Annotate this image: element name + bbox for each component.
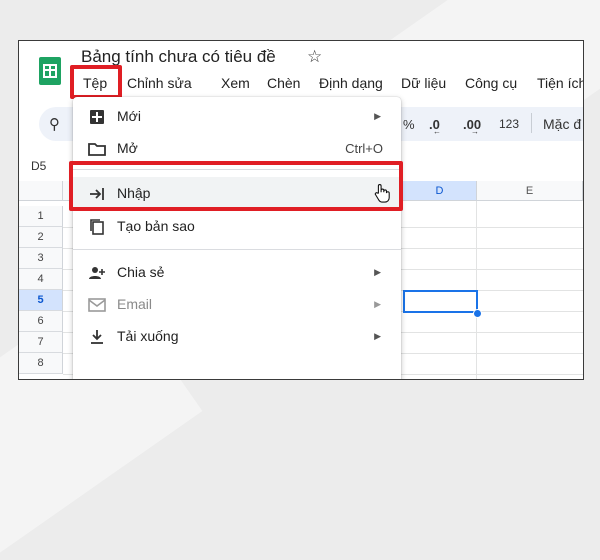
fill-handle[interactable] [473, 309, 482, 318]
row-header-8[interactable]: 8 [19, 353, 63, 374]
new-sheet-icon [90, 110, 104, 124]
selected-cell[interactable] [403, 290, 478, 313]
menu-extensions[interactable]: Tiện ích m [537, 75, 583, 91]
file-menu-highlight [70, 65, 122, 99]
menu-item-label: Tải xuống [117, 328, 179, 344]
column-header-d[interactable]: D [403, 181, 477, 201]
row-header-5[interactable]: 5 [19, 290, 63, 311]
document-title[interactable]: Bảng tính chưa có tiêu đề [81, 47, 276, 67]
submenu-arrow-icon: ▶ [374, 111, 381, 121]
toolbar-divider [531, 113, 532, 133]
star-icon[interactable]: ☆ [307, 47, 322, 67]
menu-item-label: Email [117, 296, 153, 312]
decrease-decimal-arrow-icon: ← [433, 127, 441, 136]
spreadsheet-window: Bảng tính chưa có tiêu đề ☆ Tệp Chỉnh sử… [18, 40, 584, 380]
row-header-6[interactable]: 6 [19, 311, 63, 332]
column-header-e[interactable]: E [477, 181, 583, 201]
google-sheets-icon[interactable] [39, 57, 61, 85]
menu-format[interactable]: Định dạng [319, 75, 383, 91]
menu-item-share[interactable]: Chia sẻ ▶ [73, 257, 401, 289]
menu-item-label: Mới [117, 108, 141, 124]
search-menus-icon[interactable]: ⚲ [49, 115, 60, 133]
corner-header[interactable] [19, 181, 63, 201]
copy-icon [90, 219, 104, 235]
row-header-7[interactable]: 7 [19, 332, 63, 353]
submenu-arrow-icon: ▶ [374, 331, 381, 341]
folder-icon [88, 143, 106, 156]
menu-insert[interactable]: Chèn [267, 75, 300, 91]
import-highlight [69, 161, 403, 211]
menu-divider [73, 249, 401, 250]
share-person-add-icon [89, 267, 105, 279]
menu-item-email[interactable]: Email ▶ [73, 289, 401, 321]
menu-item-new[interactable]: Mới ▶ [73, 101, 401, 133]
menu-item-download[interactable]: Tải xuống ▶ [73, 321, 401, 353]
menu-item-label: Mở [117, 140, 138, 156]
menu-view[interactable]: Xem [221, 75, 250, 91]
email-icon [88, 298, 106, 312]
font-family-select[interactable]: Mặc đ [543, 116, 581, 132]
percent-format-button[interactable]: % [403, 117, 415, 132]
menu-item-make-copy[interactable]: Tạo bản sao [73, 211, 401, 243]
submenu-arrow-icon: ▶ [374, 299, 381, 309]
menu-item-label: Chia sẻ [117, 264, 165, 280]
name-box[interactable]: D5 [31, 159, 46, 173]
menu-data[interactable]: Dữ liệu [401, 75, 446, 91]
submenu-arrow-icon: ▶ [374, 267, 381, 277]
menu-item-shortcut: Ctrl+O [345, 141, 383, 156]
more-formats-button[interactable]: 123 [499, 117, 519, 131]
row-header-1[interactable]: 1 [19, 206, 63, 227]
row-header-2[interactable]: 2 [19, 227, 63, 248]
increase-decimal-arrow-icon: → [471, 127, 479, 136]
row-header-4[interactable]: 4 [19, 269, 63, 290]
menu-tools[interactable]: Công cụ [465, 75, 517, 91]
menu-item-label: Tạo bản sao [117, 218, 195, 234]
row-header-3[interactable]: 3 [19, 248, 63, 269]
download-icon [91, 330, 103, 344]
file-menu-dropdown: Mới ▶ Mở Ctrl+O Nhập Tạo bản sao Chia sẻ… [73, 97, 401, 379]
menu-edit[interactable]: Chỉnh sửa [127, 75, 192, 91]
